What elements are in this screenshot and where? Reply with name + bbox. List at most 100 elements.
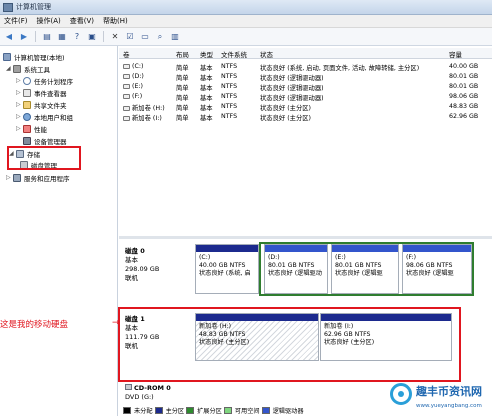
legend-swatch-logical [261, 406, 270, 414]
tree-item-performance[interactable]: ▷ 性能 [16, 123, 47, 134]
column-type[interactable]: 类型 [200, 49, 213, 59]
drive-icon [123, 63, 130, 69]
menu-action[interactable]: 操作(A) [37, 16, 61, 26]
expand-icon[interactable]: ▷ [16, 101, 22, 108]
column-status[interactable]: 状态 [260, 49, 273, 59]
table-row[interactable]: (D:) 简单 基本 NTFS 状态良好 (逻辑驱动器) 80.01 GB [119, 72, 492, 82]
volume-list-header: 卷 布局 类型 文件系统 状态 容量 [119, 48, 492, 59]
cdrom-icon [125, 384, 132, 390]
menu-file[interactable]: 文件(F) [4, 16, 28, 26]
tree-item-task-scheduler[interactable]: ▷ 任务计划程序 [16, 75, 73, 86]
disk0-state: 联机 [125, 274, 138, 282]
partition-d[interactable]: (D:) 80.01 GB NTFS 状态良好 (逻辑驱动 [264, 244, 328, 294]
tree-item-system-tools[interactable]: ◢ 系统工具 [6, 63, 50, 74]
watermark-url: www.yueyangbang.com [416, 403, 482, 409]
table-row[interactable]: (F:) 简单 基本 NTFS 状态良好 (逻辑驱动器) 98.06 GB [119, 92, 492, 102]
tree-item-shared-folders[interactable]: ▷ 共享文件夹 [16, 99, 67, 110]
partition-i[interactable]: 新加卷 (I:) 62.96 GB NTFS 状态良好 (主分区) [320, 313, 452, 361]
delete-icon[interactable]: ✕ [109, 31, 121, 43]
event-log-icon [23, 88, 31, 97]
drive-icon [123, 115, 130, 121]
menu-help[interactable]: 帮助(H) [103, 16, 128, 26]
partition-e[interactable]: (E:) 80.01 GB NTFS 状态良好 (逻辑驱 [331, 244, 399, 294]
disk1-info[interactable]: 磁盘 1 基本 111.79 GB 联机 [125, 315, 159, 351]
legend-unallocated: 未分配 [134, 407, 153, 415]
open-folder-icon[interactable]: ▭ [139, 31, 151, 43]
window-title: 计算机管理 [16, 3, 51, 11]
annotation-text: 这是我的移动硬盘 [0, 320, 69, 330]
expand-icon[interactable]: ▷ [6, 174, 12, 181]
column-capacity[interactable]: 容量 [449, 49, 462, 59]
legend: 未分配 主分区 扩展分区 可用空间 逻辑驱动器 [123, 404, 304, 416]
services-icon [13, 173, 21, 182]
watermark: 趣丰币资讯网 www.yueyangbang.com [388, 381, 492, 416]
volume-list: 卷 布局 类型 文件系统 状态 容量 (C:) 简单 基本 NTFS 状态良好 … [119, 46, 492, 234]
tree-item-services[interactable]: ▷ 服务和应用程序 [6, 172, 70, 183]
watermark-logo-icon [390, 383, 412, 405]
expand-icon[interactable]: ▷ [16, 125, 22, 132]
legend-swatch-unallocated [123, 406, 131, 414]
table-row[interactable]: 新加卷 (H:) 简单 基本 NTFS 状态良好 (主分区) 48.83 GB [119, 102, 492, 112]
disk0-type: 基本 [125, 256, 138, 264]
column-filesystem[interactable]: 文件系统 [221, 49, 247, 59]
up-folder-icon[interactable]: ▤ [41, 31, 53, 43]
disk1-type: 基本 [125, 324, 138, 332]
tools-icon [13, 64, 21, 73]
cdrom-info[interactable]: CD-ROM 0 DVD (G:) [125, 384, 171, 402]
export-icon[interactable]: ▥ [169, 31, 181, 43]
tree-item-root[interactable]: 计算机管理(本地) [3, 51, 65, 62]
legend-primary: 主分区 [165, 407, 185, 415]
column-layout[interactable]: 布局 [176, 49, 189, 59]
partition-f[interactable]: (F:) 98.06 GB NTFS 状态良好 (逻辑驱 [402, 244, 472, 294]
forward-icon[interactable]: ▶ [18, 31, 30, 43]
expand-icon[interactable]: ▷ [16, 89, 22, 96]
partition-h[interactable]: 新加卷 (H:) 48.83 GB NTFS 状态良好 (主分区) [195, 313, 319, 361]
collapse-icon[interactable]: ◢ [6, 65, 12, 72]
tree-item-event-viewer[interactable]: ▷ 事件查看器 [16, 87, 67, 98]
properties-icon[interactable]: ▣ [86, 31, 98, 43]
check-icon[interactable]: ☑ [124, 31, 136, 43]
tree-item-local-users[interactable]: ▷ 本地用户和组 [16, 111, 73, 122]
help-icon[interactable]: ? [71, 31, 83, 43]
partition-c[interactable]: (C:) 40.00 GB NTFS 状态良好 (系统, 启 [195, 244, 259, 294]
device-manager-icon [23, 136, 31, 145]
show-tree-icon[interactable]: ▦ [56, 31, 68, 43]
disk0-info[interactable]: 磁盘 0 基本 298.09 GB 联机 [125, 247, 159, 283]
title-bar: 计算机管理 [0, 0, 492, 15]
storage-highlight-box [7, 146, 81, 170]
table-row[interactable]: (C:) 简单 基本 NTFS 状态良好 (系统, 启动, 页面文件, 活动, … [119, 62, 492, 72]
disk0-size: 298.09 GB [125, 265, 160, 273]
disk1-label: 磁盘 1 [125, 315, 145, 323]
drive-icon [123, 73, 130, 79]
legend-logical: 逻辑驱动器 [272, 407, 304, 415]
disk1-size: 111.79 GB [125, 333, 160, 341]
tree-item-device-manager[interactable]: 设备管理器 [23, 135, 67, 146]
table-row[interactable]: (E:) 简单 基本 NTFS 状态良好 (逻辑驱动器) 80.01 GB [119, 82, 492, 92]
menu-bar: 文件(F) 操作(A) 查看(V) 帮助(H) [0, 15, 492, 28]
expand-icon[interactable]: ▷ [16, 77, 22, 84]
navigation-tree: 计算机管理(本地) ◢ 系统工具 ▷ 任务计划程序 ▷ 事件查看器 ▷ 共享文件… [0, 46, 118, 416]
users-icon [23, 112, 31, 121]
legend-swatch-extended [186, 406, 195, 414]
disk0-label: 磁盘 0 [125, 247, 145, 255]
cdrom-drive: DVD (G:) [125, 393, 154, 401]
performance-icon [23, 124, 31, 133]
annotation-arrow-icon: → [112, 318, 120, 328]
table-row[interactable]: 新加卷 (I:) 简单 基本 NTFS 状态良好 (主分区) 62.96 GB [119, 112, 492, 122]
watermark-text: 趣丰币资讯网 [416, 385, 482, 398]
toolbar-separator [103, 31, 104, 42]
search-icon[interactable]: ⌕ [154, 31, 166, 43]
column-volume[interactable]: 卷 [123, 49, 130, 59]
menu-view[interactable]: 查看(V) [70, 16, 94, 26]
shared-folder-icon [23, 100, 31, 109]
back-icon[interactable]: ◀ [3, 31, 15, 43]
expand-icon[interactable]: ▷ [16, 113, 22, 120]
clock-icon [23, 76, 31, 85]
legend-swatch-free [223, 406, 232, 414]
disk1-state: 联机 [125, 342, 138, 350]
drive-icon [123, 83, 130, 89]
toolbar-separator [35, 31, 36, 42]
cdrom-label: CD-ROM 0 [134, 384, 171, 392]
legend-extended: 扩展分区 [197, 407, 222, 415]
computer-icon [3, 52, 11, 61]
